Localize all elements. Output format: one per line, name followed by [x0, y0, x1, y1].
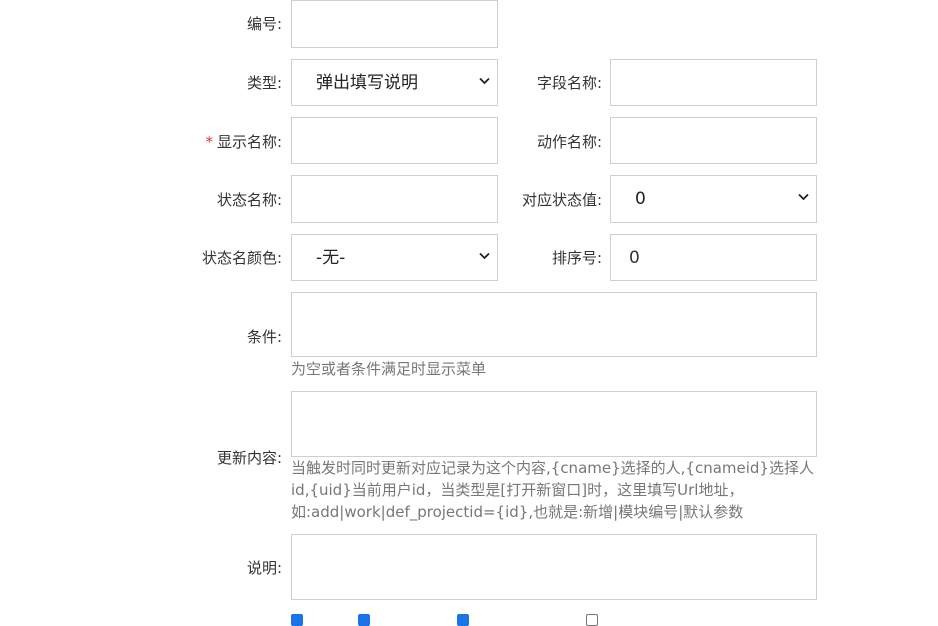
status-color-selected: -无-	[316, 248, 346, 268]
option-checkbox[interactable]	[586, 614, 598, 626]
sort-input[interactable]	[610, 234, 817, 281]
update-content-label: 更新内容:	[216, 449, 282, 467]
display-name-label-text: 显示名称:	[216, 133, 282, 151]
condition-textarea[interactable]	[291, 292, 817, 357]
display-name-label: * 显示名称:	[205, 133, 282, 151]
description-label: 说明:	[246, 559, 282, 577]
status-name-label: 状态名称:	[216, 191, 282, 209]
condition-label: 条件:	[246, 328, 282, 346]
field-name-input[interactable]	[610, 59, 817, 106]
update-content-hint-line: 当触发时同时更新对应记录为这个内容,{cname}选择的人,{cnameid}选…	[291, 459, 814, 477]
type-label: 类型:	[246, 74, 282, 92]
condition-hint: 为空或者条件满足时显示菜单	[291, 360, 487, 378]
required-mark: *	[205, 133, 213, 151]
option-checkbox[interactable]	[358, 614, 370, 626]
status-value-selected: 0	[635, 189, 646, 209]
type-selected-value: 弹出填写说明	[316, 73, 418, 93]
number-input[interactable]	[291, 0, 498, 48]
update-content-hint-line: 如:add|work|def_projectid={id},也就是:新增|模块编…	[291, 503, 744, 521]
chevron-down-icon	[479, 252, 490, 260]
status-name-input[interactable]	[291, 175, 498, 223]
action-name-label: 动作名称:	[536, 133, 602, 151]
status-color-select[interactable]: -无-	[291, 234, 498, 281]
option-checkbox[interactable]	[457, 614, 469, 626]
action-name-input[interactable]	[610, 117, 817, 164]
number-label: 编号:	[246, 15, 282, 33]
status-color-label: 状态名颜色:	[201, 249, 282, 267]
display-name-input[interactable]	[291, 117, 498, 164]
update-content-textarea[interactable]	[291, 391, 817, 457]
sort-label: 排序号:	[551, 249, 602, 267]
update-content-hint-line: id,{uid}当前用户id，当类型是[打开新窗口]时，这里填写Url地址，	[291, 481, 744, 499]
chevron-down-icon	[798, 193, 809, 201]
status-value-label: 对应状态值:	[521, 191, 602, 209]
option-checkbox[interactable]	[291, 614, 303, 626]
status-value-select[interactable]: 0	[610, 175, 817, 223]
type-select[interactable]: 弹出填写说明	[291, 59, 498, 106]
chevron-down-icon	[479, 77, 490, 85]
field-name-label: 字段名称:	[536, 74, 602, 92]
description-textarea[interactable]	[291, 534, 817, 600]
